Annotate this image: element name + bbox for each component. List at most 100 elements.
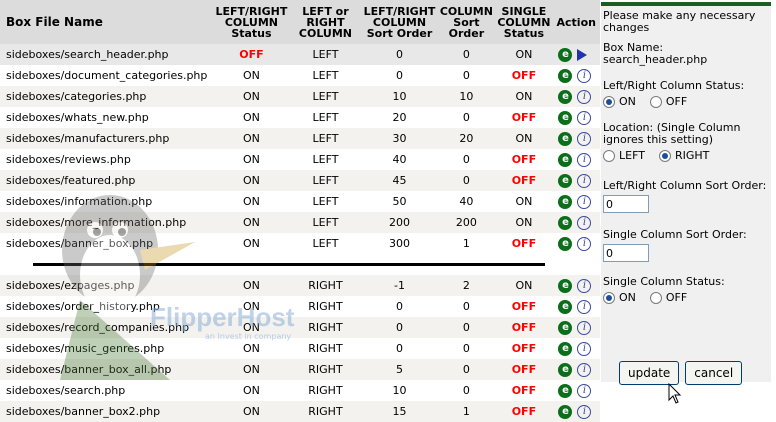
edit-icon[interactable]: e xyxy=(558,362,573,377)
edit-icon[interactable]: e xyxy=(558,131,573,146)
location-right-radio[interactable] xyxy=(658,149,671,162)
single-status: OFF xyxy=(495,170,553,191)
info-icon[interactable]: i xyxy=(577,68,592,83)
edit-icon[interactable]: e xyxy=(558,341,573,356)
lr-sort-order: 45 xyxy=(361,170,438,191)
panel-intro: Please make any necessary changes xyxy=(603,9,756,34)
table-row[interactable]: sideboxes/order_history.php ON RIGHT 0 0 OFF e… xyxy=(0,296,600,317)
single-status: ON xyxy=(495,86,553,107)
edit-icon[interactable]: e xyxy=(558,89,573,104)
column-sort-order: 0 xyxy=(437,317,496,338)
lr-sort-order: 0 xyxy=(361,317,438,338)
location-left-radio[interactable] xyxy=(603,149,615,162)
edit-icon[interactable]: e xyxy=(558,299,573,314)
table-row[interactable]: sideboxes/ezpages.php ON RIGHT -1 2 ON e i xyxy=(0,275,600,296)
single-sort-label: Single Column Sort Order: xyxy=(603,228,747,241)
table-row[interactable]: sideboxes/whats_new.php ON LEFT 20 0 OFF e i xyxy=(0,107,600,128)
info-icon[interactable]: i xyxy=(577,131,592,146)
lr-sort-input[interactable] xyxy=(603,195,649,213)
info-icon[interactable]: i xyxy=(577,173,592,188)
edit-icon[interactable]: e xyxy=(558,320,573,335)
single-status: ON xyxy=(495,275,553,296)
single-status: ON xyxy=(495,128,553,149)
edit-icon[interactable]: e xyxy=(558,278,573,293)
update-button[interactable]: update xyxy=(619,361,680,385)
info-icon[interactable]: i xyxy=(577,383,592,398)
info-icon[interactable]: i xyxy=(577,215,592,230)
table-row[interactable]: sideboxes/reviews.php ON LEFT 40 0 OFF e i xyxy=(0,149,600,170)
column-sort-order: 0 xyxy=(437,65,496,86)
info-icon[interactable]: i xyxy=(577,341,592,356)
single-status: OFF xyxy=(495,359,553,380)
info-icon[interactable]: i xyxy=(577,278,592,293)
info-icon[interactable]: i xyxy=(577,299,592,314)
table-row[interactable]: sideboxes/more_information.php ON LEFT 200 2… xyxy=(0,212,600,233)
info-icon[interactable]: i xyxy=(577,89,592,104)
info-icon[interactable]: i xyxy=(577,236,592,251)
info-icon[interactable]: i xyxy=(577,362,592,377)
single-status-radios: ON OFF xyxy=(603,291,769,304)
column-sort-order: 0 xyxy=(437,107,496,128)
edit-icon[interactable]: e xyxy=(558,173,573,188)
column-side: LEFT xyxy=(289,86,362,107)
table-row[interactable]: sideboxes/record_companies.php ON RIGHT 0 0 O… xyxy=(0,317,600,338)
cancel-button[interactable]: cancel xyxy=(685,361,743,385)
edit-icon[interactable]: e xyxy=(558,215,573,230)
lr-sort-order: 0 xyxy=(361,296,438,317)
lr-sort-order: 40 xyxy=(361,149,438,170)
box-file-name: sideboxes/information.php xyxy=(0,191,214,212)
table-row[interactable]: sideboxes/information.php ON LEFT 50 40 ON e i xyxy=(0,191,600,212)
box-file-name: sideboxes/record_companies.php xyxy=(0,317,214,338)
edit-icon[interactable]: e xyxy=(558,383,573,398)
table-row[interactable]: sideboxes/search.php ON RIGHT 10 0 OFF e i xyxy=(0,380,600,401)
table-row[interactable]: sideboxes/banner_box2.php ON RIGHT 15 1 OFF e i xyxy=(0,401,600,422)
edit-icon[interactable]: e xyxy=(558,110,573,125)
box-file-name: sideboxes/reviews.php xyxy=(0,149,214,170)
single-status: OFF xyxy=(495,380,553,401)
lr-sort-order: 0 xyxy=(361,44,438,65)
table-row[interactable]: sideboxes/music_genres.php ON RIGHT 0 0 OFF e i xyxy=(0,338,600,359)
table-row[interactable]: sideboxes/document_categories.php ON LEFT 0… xyxy=(0,65,600,86)
col-header-status: LEFT/RIGHT COLUMN Status xyxy=(213,0,290,44)
edit-icon[interactable]: e xyxy=(558,152,573,167)
lr-status: ON xyxy=(213,128,290,149)
row-actions: ei xyxy=(552,275,600,296)
box-file-name: sideboxes/whats_new.php xyxy=(0,107,214,128)
info-icon[interactable]: i xyxy=(577,404,592,419)
edit-icon[interactable]: e xyxy=(558,194,573,209)
table-row[interactable]: sideboxes/banner_box_all.php ON RIGHT 5 0 OFF… xyxy=(0,359,600,380)
box-file-name: sideboxes/search_header.php xyxy=(0,44,214,65)
lr-status: ON xyxy=(213,191,290,212)
info-icon[interactable]: i xyxy=(577,194,592,209)
edit-icon[interactable]: e xyxy=(558,404,573,419)
lr-status: OFF xyxy=(213,44,290,65)
lr-sort-label: Left/Right Column Sort Order: xyxy=(603,179,767,192)
edit-icon[interactable]: e xyxy=(558,47,573,62)
table-row[interactable]: sideboxes/search_header.php OFF LEFT 0 0 ON e xyxy=(0,44,600,65)
column-sort-order: 1 xyxy=(437,401,496,422)
info-icon[interactable]: i xyxy=(577,110,592,125)
single-status-on-radio[interactable] xyxy=(603,291,615,304)
info-icon[interactable]: i xyxy=(577,320,592,335)
mouse-cursor-icon xyxy=(668,383,682,404)
col-header-sort: LEFT/RIGHT COLUMN Sort Order xyxy=(361,0,438,44)
lr-status: ON xyxy=(213,170,290,191)
single-status: OFF xyxy=(495,317,553,338)
row-actions: ei xyxy=(552,317,600,338)
table-row[interactable]: sideboxes/categories.php ON LEFT 10 10 ON e i xyxy=(0,86,600,107)
row-actions: ei xyxy=(552,212,600,233)
lr-status-off-radio[interactable] xyxy=(649,95,662,108)
edit-icon[interactable]: e xyxy=(558,68,573,83)
single-sort-input[interactable] xyxy=(603,244,649,262)
single-status: ON xyxy=(495,191,553,212)
info-icon[interactable]: i xyxy=(577,152,592,167)
table-row[interactable]: sideboxes/banner_box.php ON LEFT 300 1 OFF e i xyxy=(0,233,600,254)
table-row[interactable]: sideboxes/featured.php ON LEFT 45 0 OFF e i xyxy=(0,170,600,191)
row-actions: ei xyxy=(552,296,600,317)
lr-status-on-radio[interactable] xyxy=(603,95,615,108)
table-row[interactable]: sideboxes/manufacturers.php ON LEFT 30 20 ON e… xyxy=(0,128,600,149)
column-sort-order: 0 xyxy=(437,359,496,380)
edit-icon[interactable]: e xyxy=(558,236,573,251)
single-status-off-radio[interactable] xyxy=(649,291,662,304)
lr-sort-order: 10 xyxy=(361,86,438,107)
